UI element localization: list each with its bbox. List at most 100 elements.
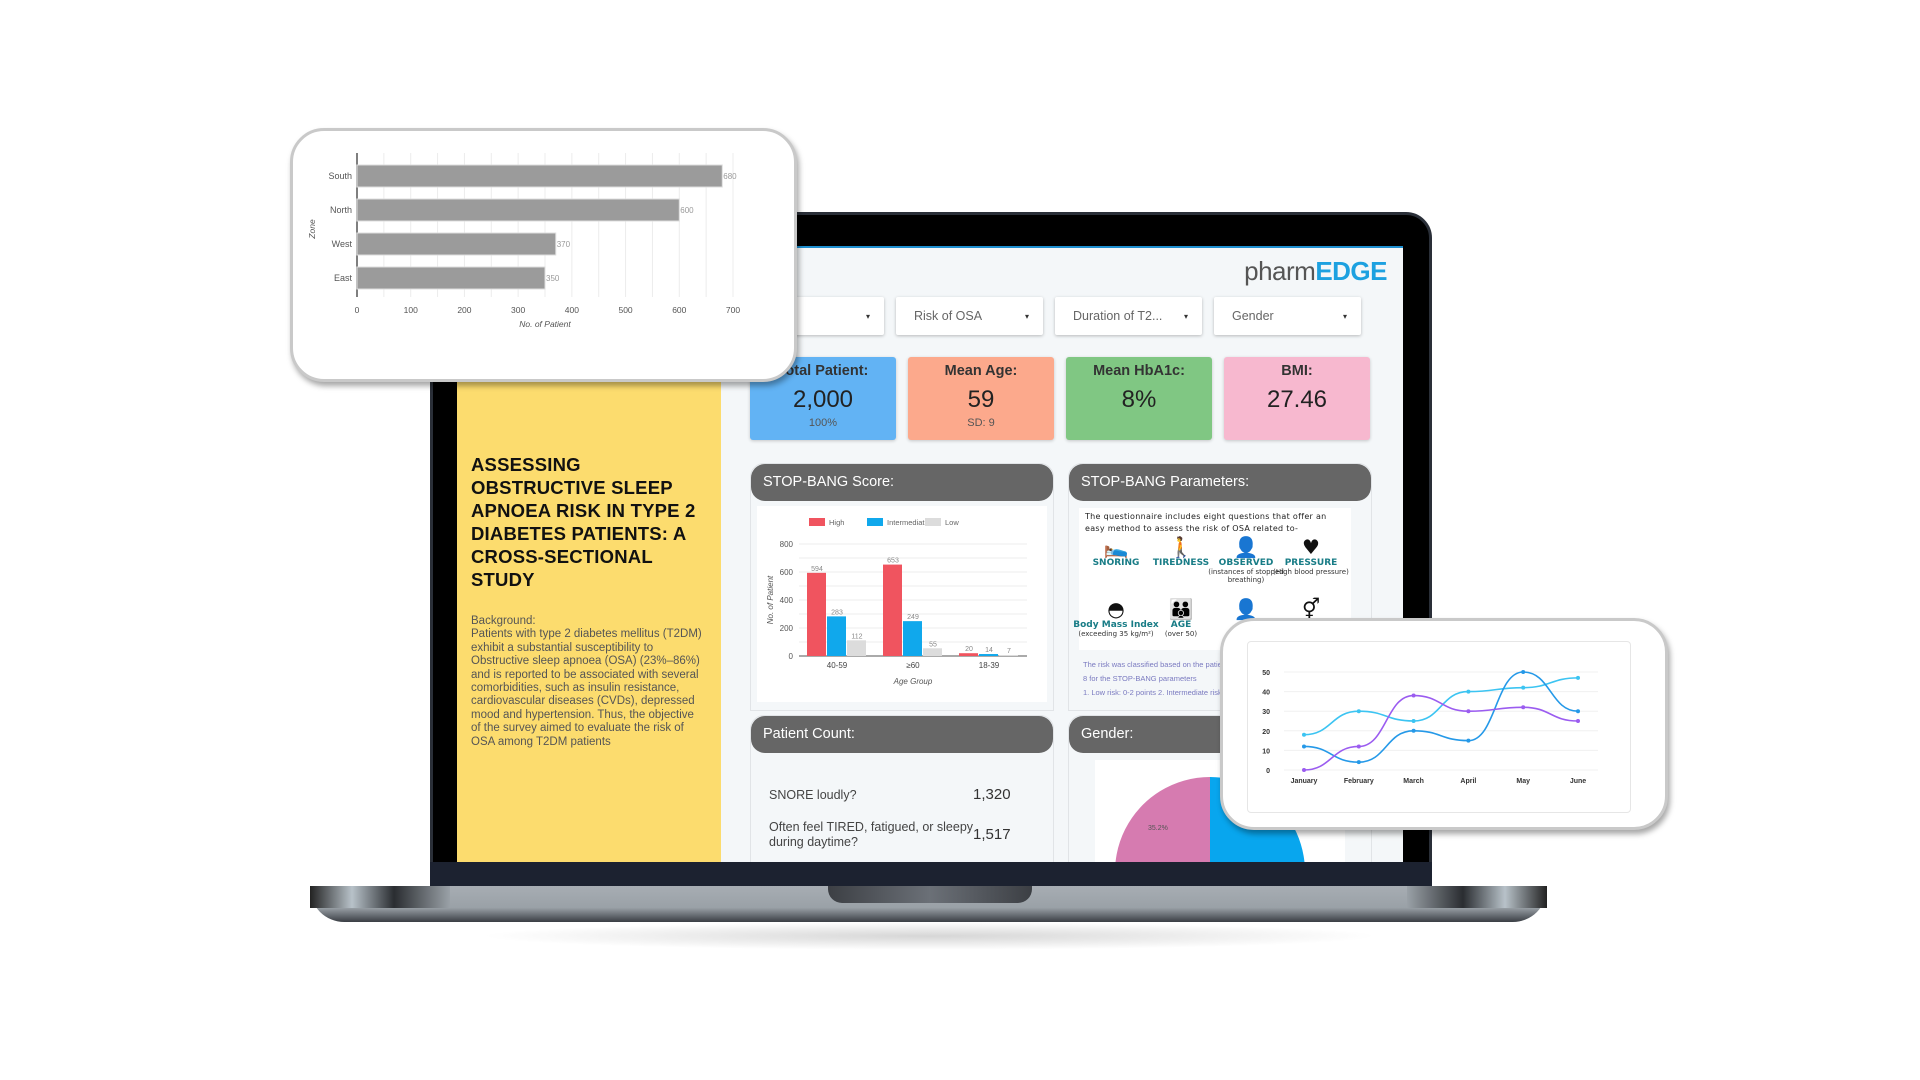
x-tick-label: ≥60 <box>906 661 920 670</box>
filter-label: Duration of T2... <box>1073 309 1163 323</box>
caret-down-icon: ▾ <box>1342 311 1347 321</box>
kpi-mean-age: Mean Age: 59 SD: 9 <box>908 357 1054 440</box>
data-label: 55 <box>929 641 937 648</box>
data-label: 600 <box>680 206 694 215</box>
param-pressure: ♥ PRESSURE (High blood pressure) <box>1266 536 1356 576</box>
kpi-bmi: BMI: 27.46 <box>1224 357 1370 440</box>
zone-bar-chart: South 680 North 600 West 370 East 350 0 100 200 300… <box>307 153 740 329</box>
data-point <box>1302 732 1306 737</box>
data-point <box>1356 709 1361 714</box>
filter-duration[interactable]: Duration of T2... ▾ <box>1055 297 1202 335</box>
filter-label: Gender <box>1232 309 1274 323</box>
y-tick-label: 200 <box>780 624 794 633</box>
risk-note: The risk was classified based on the pat… <box>1083 660 1229 669</box>
data-point <box>1356 760 1361 765</box>
kpi-value: 2,000 <box>792 386 854 413</box>
param-name: PRESSURE <box>1284 558 1338 568</box>
laptop-shadow <box>480 922 1380 950</box>
line-series-1 <box>1303 677 1579 736</box>
legend-swatch <box>925 518 941 526</box>
filter-gender[interactable]: Gender ▾ <box>1214 297 1361 335</box>
y-tick-label: 10 <box>1262 748 1270 755</box>
panel-header: STOP-BANG Parameters: <box>1069 464 1371 501</box>
param-desc: (over 50) <box>1164 630 1198 638</box>
risk-note: 1. Low risk: 0-2 points 2. Intermediate … <box>1083 688 1231 697</box>
data-label: 112 <box>851 633 862 640</box>
filter-risk-of-osa[interactable]: Risk of OSA ▾ <box>896 297 1043 335</box>
legend-swatch <box>867 518 883 526</box>
data-label: 14 <box>985 647 993 654</box>
bar-intermediat <box>903 621 922 656</box>
x-tick-label: 40-59 <box>827 661 848 670</box>
data-label: 680 <box>723 172 737 181</box>
caret-down-icon: ▾ <box>1024 311 1029 321</box>
bar-intermediat <box>827 616 846 656</box>
category-label: North <box>330 205 352 215</box>
trend-chart-frame: 0 10 20 30 40 50 January February March April May J… <box>1247 641 1631 813</box>
kpi-value: 27.46 <box>1266 386 1328 413</box>
filter-bar: Zone▾ Risk of OSA▾ Duration of T2...▾ Ge… <box>737 297 1361 335</box>
kpi-label: BMI: <box>1281 363 1313 379</box>
count-question: SNORE loudly? <box>769 788 857 802</box>
bar-high <box>883 564 902 656</box>
x-tick-label: 200 <box>457 305 471 315</box>
x-axis-title: Age Group <box>893 677 933 686</box>
legend-label: High <box>829 518 844 527</box>
kpi-label: Mean HbA1c: <box>1093 363 1185 379</box>
x-tick-label: February <box>1344 778 1374 785</box>
y-tick-label: 600 <box>780 568 794 577</box>
count-value: 1,320 <box>973 786 1011 803</box>
y-tick-label: 0 <box>789 652 794 661</box>
study-title: ASSESSING OBSTRUCTIVE SLEEP APNOEA RISK … <box>471 454 696 590</box>
x-tick-label: 400 <box>565 305 579 315</box>
bar-low <box>923 648 942 656</box>
x-tick-label: 700 <box>726 305 740 315</box>
bar-west <box>356 232 557 256</box>
trend-line-chart: 0 10 20 30 40 50 January February March April May J… <box>1262 670 1598 785</box>
data-point <box>1466 738 1471 743</box>
panel-header: Patient Count: <box>751 716 1053 753</box>
data-point <box>1576 675 1580 680</box>
kpi-sub: 100% <box>808 417 838 429</box>
data-label: 653 <box>887 558 899 565</box>
logo-part2: EDGE <box>1315 256 1387 286</box>
bar-intermediat <box>979 654 998 656</box>
data-point <box>1411 719 1416 723</box>
bar-north <box>356 198 680 222</box>
y-tick-label: 40 <box>1262 690 1270 697</box>
stopbang-chart-area: 0 200 400 600 800 594 283 112 40-59 653 249 55 ≥60 20… <box>757 506 1047 702</box>
data-label: 249 <box>907 614 919 621</box>
kpi-sub: SD: 9 <box>967 417 995 429</box>
param-desc: (High blood pressure) <box>1273 568 1349 576</box>
data-point <box>1356 744 1361 749</box>
x-tick-label: 18-39 <box>979 661 1000 670</box>
data-point <box>1576 709 1580 714</box>
data-point <box>1521 705 1526 710</box>
bar-east <box>356 266 546 290</box>
param-name: AGE <box>1170 620 1192 630</box>
legend-swatch <box>809 518 825 526</box>
x-tick-label: March <box>1403 778 1424 785</box>
data-point <box>1466 689 1471 694</box>
risk-note: 8 for the STOP-BANG parameters <box>1083 674 1197 683</box>
pie-slice-pink <box>1115 777 1210 862</box>
stopbang-score-panel: STOP-BANG Score: 0 200 400 600 800 594 283 112 4… <box>750 463 1054 711</box>
x-tick-label: 600 <box>672 305 686 315</box>
kpi-mean-hba1c: Mean HbA1c: 8% <box>1066 357 1212 440</box>
background-text: Patients with type 2 diabetes mellitus (… <box>471 628 702 748</box>
background-heading: Background: <box>471 615 536 627</box>
data-point <box>1302 744 1306 749</box>
y-tick-label: 30 <box>1262 709 1270 716</box>
data-label: 594 <box>811 566 823 573</box>
stopbang-bar-chart: 0 200 400 600 800 594 283 112 40-59 653 249 55 ≥60 20… <box>766 518 1027 686</box>
kpi-row: Total Patient: 2,000 100% Mean Age: 59 SD: 9… <box>750 357 1370 440</box>
y-axis-title: No. of Patient <box>766 575 775 624</box>
filter-label: Risk of OSA <box>914 309 983 323</box>
kpi-value: 59 <box>967 386 995 413</box>
data-point <box>1411 693 1416 698</box>
param-item-7: ⚥ <box>1266 598 1356 620</box>
data-label: 350 <box>546 274 560 283</box>
data-point <box>1521 685 1526 690</box>
category-label: East <box>334 273 353 283</box>
x-tick-label: June <box>1570 778 1586 785</box>
